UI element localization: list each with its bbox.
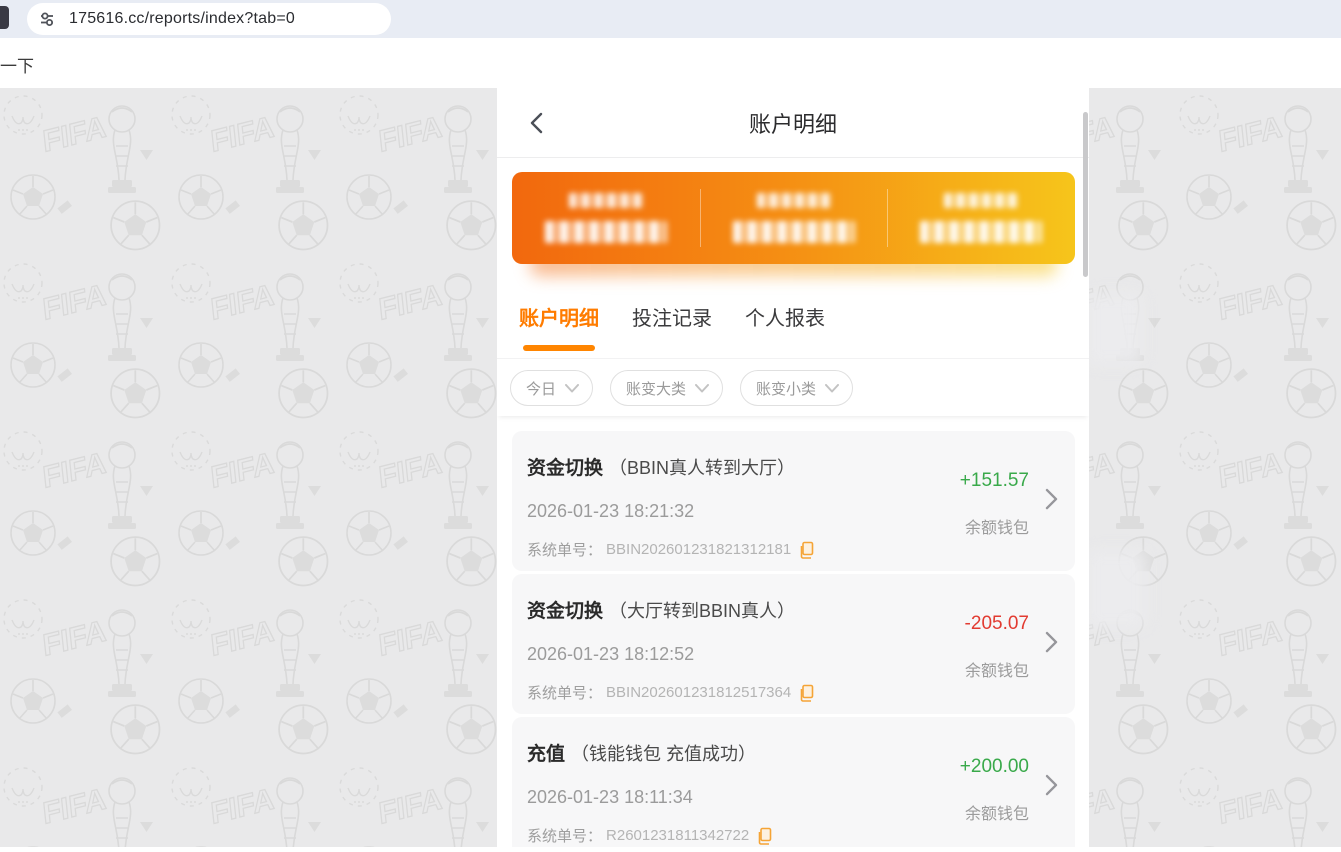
chevron-left-icon xyxy=(530,112,542,133)
txn-amount: +200.00 xyxy=(959,756,1029,777)
transaction-row[interactable]: 充值 （钱能钱包 充值成功） 2026-01-23 18:11:34 系统单号：… xyxy=(512,717,1075,847)
filter-date-dropdown[interactable]: 今日 xyxy=(510,370,594,406)
tab-personal-report[interactable]: 个人报表 xyxy=(745,300,825,331)
account-detail-panel: 账户明细 账户明细 投注记录 个人报表 今日 账变大类 账变小类 资金切换 （B… xyxy=(497,88,1089,847)
summary-card-gradient xyxy=(512,172,1075,264)
browser-toolbar: 175616.cc/reports/index?tab=0 xyxy=(0,0,1341,38)
order-number-label: 系统单号： xyxy=(527,542,603,559)
panel-scrollbar[interactable] xyxy=(1083,112,1088,277)
order-number-label: 系统单号： xyxy=(527,685,603,702)
filter-category-minor-dropdown[interactable]: 账变小类 xyxy=(740,370,854,406)
chevron-down-icon xyxy=(565,383,580,392)
filters-row: 今日 账变大类 账变小类 xyxy=(497,359,1089,416)
tab-account-detail[interactable]: 账户明细 xyxy=(519,300,599,331)
txn-type: 资金切换 xyxy=(527,458,604,479)
tabs-row: 账户明细 投注记录 个人报表 xyxy=(497,300,1089,359)
url-text[interactable]: 175616.cc/reports/index?tab=0 xyxy=(69,10,295,28)
transaction-row[interactable]: 资金切换 （大厅转到BBIN真人） 2026-01-23 18:12:52 系统… xyxy=(512,574,1075,714)
txn-wallet: 余额钱包 xyxy=(964,806,1029,823)
tab-bet-records[interactable]: 投注记录 xyxy=(632,300,712,331)
blurred-stat-label xyxy=(944,193,1019,208)
back-button[interactable] xyxy=(523,110,549,136)
chevron-down-icon xyxy=(695,383,710,392)
transaction-row[interactable]: 资金切换 （BBIN真人转到大厅） 2026-01-23 18:21:32 系统… xyxy=(512,431,1075,571)
txn-wallet: 余额钱包 xyxy=(964,663,1029,680)
chevron-right-icon[interactable] xyxy=(1045,773,1058,797)
blurred-stat-value xyxy=(732,221,855,243)
txn-type: 充值 xyxy=(527,744,566,765)
txn-time: 2026-01-23 18:21:32 xyxy=(527,501,695,521)
censor-blur-patch xyxy=(1086,293,1142,365)
active-tab-underline xyxy=(523,345,595,351)
txn-time: 2026-01-23 18:12:52 xyxy=(527,644,695,664)
order-number-label: 系统单号： xyxy=(527,828,603,845)
copy-button[interactable] xyxy=(798,541,814,559)
chevron-down-icon xyxy=(825,383,840,392)
blurred-stat-value xyxy=(920,221,1043,243)
page-text-fragment: 一下 xyxy=(0,57,34,76)
chevron-right-icon[interactable] xyxy=(1045,487,1058,511)
txn-wallet: 余额钱包 xyxy=(964,520,1029,537)
site-settings-button[interactable] xyxy=(31,3,63,35)
censor-blur-patch xyxy=(1086,550,1146,628)
filter-label: 账变小类 xyxy=(756,380,817,398)
txn-detail: （大厅转到BBIN真人） xyxy=(609,601,796,621)
tune-icon xyxy=(41,12,53,26)
panel-header: 账户明细 xyxy=(497,88,1089,158)
blurred-stat-label xyxy=(756,193,831,208)
address-bar[interactable]: 175616.cc/reports/index?tab=0 xyxy=(27,3,391,35)
summary-stat-3 xyxy=(887,172,1075,264)
order-number: R2601231811342722 xyxy=(606,827,750,844)
summary-stat-1 xyxy=(512,172,700,264)
blurred-stat-value xyxy=(544,221,667,243)
copy-icon xyxy=(800,684,814,702)
txn-detail: （BBIN真人转到大厅） xyxy=(609,458,796,478)
txn-amount: -205.07 xyxy=(964,613,1029,634)
order-number: BBIN202601231812517364 xyxy=(606,684,792,701)
balance-summary-card[interactable] xyxy=(512,172,1075,276)
txn-type: 资金切换 xyxy=(527,601,604,622)
filter-category-major-dropdown[interactable]: 账变大类 xyxy=(610,370,724,406)
txn-detail: （钱能钱包 充值成功） xyxy=(571,744,757,764)
summary-stat-2 xyxy=(699,172,888,264)
txn-amount: +151.57 xyxy=(959,470,1029,491)
blurred-stat-label xyxy=(568,193,643,208)
transaction-list: 资金切换 （BBIN真人转到大厅） 2026-01-23 18:21:32 系统… xyxy=(497,416,1089,847)
page-title: 账户明细 xyxy=(748,111,837,137)
txn-time: 2026-01-23 18:11:34 xyxy=(527,787,693,807)
copy-button[interactable] xyxy=(798,684,814,702)
chevron-right-icon[interactable] xyxy=(1045,630,1058,654)
browser-edge-icon xyxy=(0,6,9,29)
copy-button[interactable] xyxy=(756,827,772,845)
filter-label: 账变大类 xyxy=(626,380,687,398)
filter-label: 今日 xyxy=(526,380,557,398)
order-number: BBIN202601231821312181 xyxy=(606,541,792,558)
copy-icon xyxy=(800,541,814,559)
copy-icon xyxy=(758,827,772,845)
page-top-strip: 一下 xyxy=(0,38,1341,88)
